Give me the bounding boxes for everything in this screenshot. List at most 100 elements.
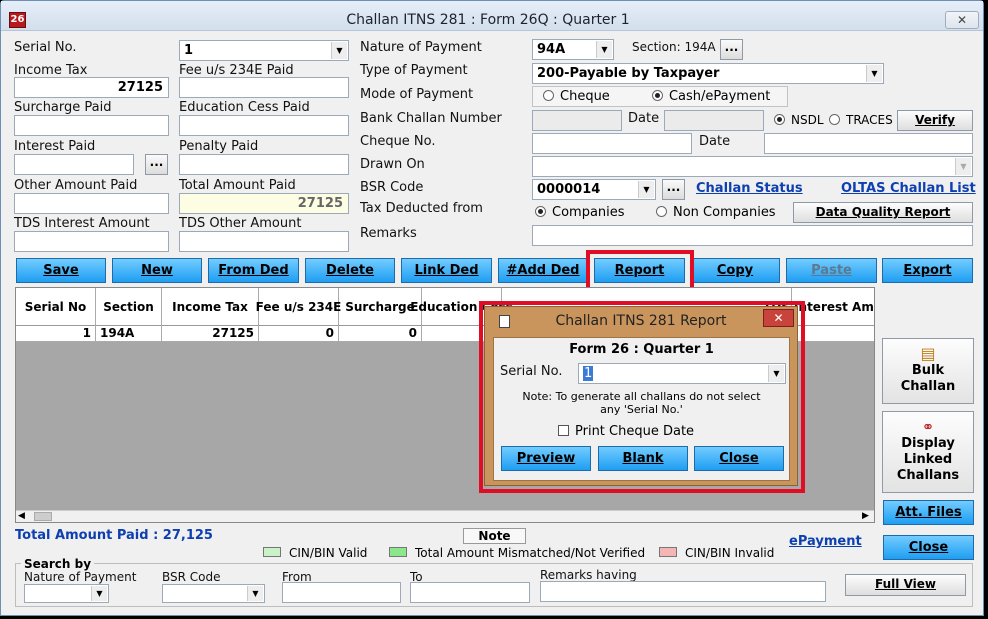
search-to-field[interactable]	[410, 582, 530, 603]
interest-field[interactable]	[14, 154, 134, 175]
col-income-tax[interactable]: Income Tax	[162, 288, 259, 326]
traces-radio[interactable]: TRACES	[829, 113, 893, 127]
bsr-select[interactable]: 0000014 ▼	[532, 179, 656, 200]
close-button[interactable]: Close	[883, 535, 974, 560]
income-tax-field[interactable]: 27125	[14, 77, 169, 98]
delete-button[interactable]: Delete	[305, 258, 395, 283]
challan-date-label: Date	[628, 111, 660, 126]
edu-cess-field[interactable]	[179, 115, 349, 136]
interest-lookup-button[interactable]: ...	[145, 154, 168, 175]
scroll-thumb[interactable]	[34, 512, 52, 521]
legend-mismatch: Total Amount Mismatched/Not Verified	[389, 546, 645, 560]
companies-radio[interactable]: Companies	[535, 205, 625, 220]
drawn-on-select[interactable]: ▼	[532, 156, 973, 177]
report-dialog: Challan ITNS 281 Report ✕ Form 26 : Quar…	[484, 306, 798, 486]
col-serial-no[interactable]: Serial No	[16, 288, 96, 326]
chevron-down-icon: ▼	[596, 41, 612, 58]
remarks-field[interactable]	[532, 225, 973, 246]
new-button[interactable]: New	[112, 258, 202, 283]
bsr-lookup-button[interactable]: ...	[662, 179, 685, 200]
search-bsr-label: BSR Code	[162, 570, 221, 584]
total-amount-label: Total Amount Paid	[179, 178, 296, 193]
from-ded-button[interactable]: From Ded	[208, 258, 299, 283]
legend-swatch-invalid	[659, 547, 677, 557]
copy-button[interactable]: Copy	[690, 258, 780, 283]
cell-surcharge: 0	[339, 326, 422, 342]
bulk-challan-button[interactable]: ▤ Bulk Challan	[882, 338, 974, 404]
cheque-date-field[interactable]	[764, 133, 973, 154]
preview-button[interactable]: Preview	[501, 446, 591, 471]
serial-label: Serial No.	[14, 40, 77, 55]
mode-label: Mode of Payment	[360, 87, 474, 102]
dialog-serial-select[interactable]: 1 ▼	[578, 363, 786, 384]
penalty-label: Penalty Paid	[179, 139, 259, 154]
oltas-link[interactable]: OLTAS Challan List	[841, 181, 976, 196]
cheque-no-label: Cheque No.	[360, 134, 436, 149]
challan-status-link[interactable]: Challan Status	[696, 181, 803, 196]
type-select[interactable]: 200-Payable by Taxpayer ▼	[532, 63, 884, 84]
dialog-serial-label: Serial No.	[500, 364, 563, 379]
link-icon: ⚭	[921, 418, 935, 436]
tds-interest-field[interactable]	[14, 231, 169, 252]
cheque-date-label: Date	[699, 134, 731, 149]
search-nature-select[interactable]: ▼	[24, 584, 109, 603]
serial-select[interactable]: 1 ▼	[179, 40, 349, 61]
challan-window: 26 Challan ITNS 281 : Form 26Q : Quarter…	[0, 0, 984, 616]
other-amount-field[interactable]	[14, 193, 169, 214]
add-ded-button[interactable]: #Add Ded	[498, 258, 588, 283]
epayment-link[interactable]: ePayment	[789, 534, 862, 549]
bank-challan-field[interactable]	[532, 110, 622, 131]
legend-swatch-valid	[263, 547, 281, 557]
non-companies-radio[interactable]: Non Companies	[656, 205, 776, 220]
chevron-down-icon: ▼	[91, 586, 107, 601]
challan-date-field[interactable]	[664, 110, 764, 131]
mode-cash-radio[interactable]: Cash/ePayment	[651, 89, 770, 104]
penalty-field[interactable]	[179, 154, 349, 175]
nsdl-radio[interactable]: NSDL	[774, 113, 824, 127]
dialog-note: Note: To generate all challans do not se…	[522, 390, 761, 416]
blank-button[interactable]: Blank	[598, 446, 688, 471]
bsr-label: BSR Code	[360, 180, 424, 195]
horizontal-scrollbar[interactable]: ◀ ▶	[16, 510, 874, 522]
tds-other-field[interactable]	[179, 231, 349, 252]
scroll-left-icon[interactable]: ◀	[18, 511, 25, 521]
mode-cheque-radio[interactable]: Cheque	[543, 89, 610, 104]
cell-fee: 0	[259, 326, 339, 342]
paste-button[interactable]: Paste	[786, 258, 877, 283]
export-button[interactable]: Export	[882, 258, 973, 283]
col-fee[interactable]: Fee u/s 234E	[256, 288, 341, 326]
verify-button[interactable]: Verify	[897, 110, 973, 131]
save-button[interactable]: Save	[16, 258, 106, 283]
cheque-no-field[interactable]	[532, 133, 692, 154]
col-section[interactable]: Section	[96, 288, 162, 326]
surcharge-field[interactable]	[14, 115, 169, 136]
search-bsr-select[interactable]: ▼	[162, 584, 265, 603]
search-by-label: Search by	[21, 557, 95, 571]
nature-label: Nature of Payment	[360, 40, 482, 55]
remarks-label: Remarks	[360, 226, 417, 241]
checkbox-icon	[558, 425, 569, 436]
data-quality-report-button[interactable]: Data Quality Report	[793, 202, 973, 223]
total-amount-field: 27125	[179, 193, 349, 214]
search-from-field[interactable]	[282, 582, 401, 603]
display-linked-challans-button[interactable]: ⚭ Display Linked Challans	[882, 411, 974, 493]
search-remarks-field[interactable]	[540, 581, 826, 602]
dialog-close-button[interactable]: Close	[694, 446, 784, 471]
fee-field[interactable]	[179, 77, 349, 98]
print-cheque-date-checkbox[interactable]: Print Cheque Date	[558, 424, 694, 439]
dialog-heading: Form 26 : Quarter 1	[569, 342, 714, 357]
dialog-close-icon[interactable]: ✕	[763, 309, 794, 327]
nature-select[interactable]: 94A ▼	[532, 39, 614, 60]
mode-radio-group: Cheque Cash/ePayment	[532, 86, 788, 107]
chevron-down-icon: ▼	[768, 365, 784, 382]
chevron-down-icon: ▼	[331, 42, 347, 59]
income-tax-label: Income Tax	[14, 63, 88, 78]
window-close-button[interactable]: ✕	[945, 11, 979, 29]
section-lookup-button[interactable]: ...	[720, 39, 743, 60]
cell-income-tax: 27125	[162, 326, 259, 342]
fee-label: Fee u/s 234E Paid	[179, 63, 294, 78]
scroll-right-icon[interactable]: ▶	[862, 511, 869, 521]
full-view-button[interactable]: Full View	[845, 574, 966, 596]
att-files-button[interactable]: Att. Files	[883, 500, 974, 525]
link-ded-button[interactable]: Link Ded	[401, 258, 492, 283]
